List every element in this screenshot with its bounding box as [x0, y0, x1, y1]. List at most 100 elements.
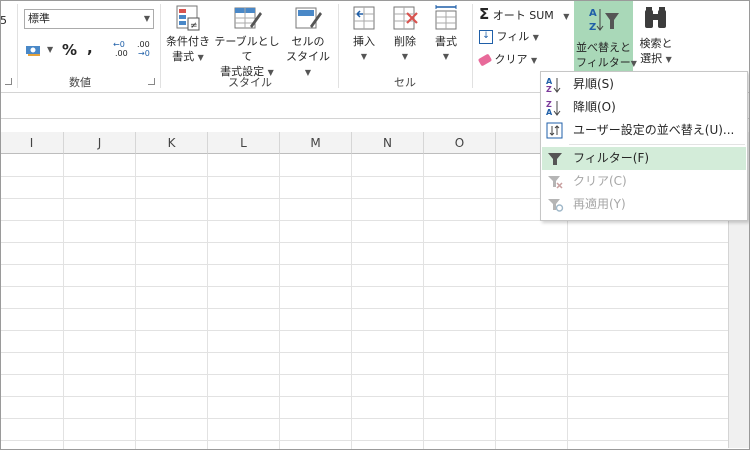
reapply-filter-icon — [546, 196, 564, 213]
column-header[interactable]: M — [280, 132, 352, 154]
cell-styles-label-1: セルの — [291, 35, 325, 48]
column-header[interactable]: O — [424, 132, 496, 154]
autosum-label: オート SUM — [492, 9, 554, 22]
menu-item-sort-descending[interactable]: ZA 降順(O) — [542, 96, 746, 119]
menu-item-sort-ascending[interactable]: AZ 昇順(S) — [542, 73, 746, 96]
find-select-button[interactable]: 検索と 選択 ▼ — [636, 4, 676, 67]
arrow-left-icon: ←0 — [113, 40, 125, 49]
column-gridline — [63, 154, 64, 450]
group-separator — [17, 4, 18, 88]
row-gridline — [0, 440, 728, 441]
percent-style-button[interactable]: % — [62, 41, 77, 59]
menu-item-label: 再適用(Y) — [573, 197, 626, 211]
format-as-table-button[interactable]: テーブルとして 書式設定 ▼ — [213, 4, 281, 80]
menu-separator — [569, 144, 745, 145]
column-header[interactable]: L — [208, 132, 280, 154]
chevron-down-icon: ▼ — [197, 53, 204, 62]
chevron-down-icon: ▼ — [563, 12, 570, 21]
column-header[interactable]: K — [136, 132, 208, 154]
decrease-decimal-button[interactable]: .00 →0 — [137, 40, 155, 60]
column-gridline — [495, 154, 496, 450]
sort-filter-button[interactable]: AZ 並べ替えと フィルター▼ — [574, 0, 637, 72]
clear-filter-icon — [546, 173, 564, 190]
fill-label: フィル — [496, 30, 530, 43]
delete-cells-button[interactable]: 削除 ▼ — [387, 4, 423, 64]
comma-style-button[interactable]: , — [87, 39, 93, 57]
column-header[interactable]: N — [352, 132, 424, 154]
sort-filter-label-row: フィルター▼ — [576, 55, 637, 71]
increase-decimal-label: .00 — [115, 49, 128, 58]
chevron-down-icon: ▼ — [304, 68, 312, 77]
menu-item-custom-sort[interactable]: ユーザー設定の並べ替え(U)... — [542, 119, 746, 142]
format-cells-icon — [433, 4, 459, 32]
row-gridline — [0, 374, 728, 375]
row-gridline — [0, 308, 728, 309]
conditional-formatting-button[interactable]: ≠ 条件付き 書式 ▼ — [164, 4, 212, 65]
cells-group-label: セル — [394, 76, 416, 89]
clear-label: クリア — [494, 53, 528, 66]
sort-filter-label-2: フィルター — [576, 56, 631, 69]
svg-text:Z: Z — [589, 22, 596, 33]
svg-text:Z: Z — [546, 85, 552, 93]
group-separator — [472, 4, 473, 88]
chevron-down-icon: ▼ — [665, 55, 672, 64]
increase-decimal-button[interactable]: ←0 .00 — [113, 40, 131, 60]
fill-button[interactable]: ↓ フィル ▼ — [479, 28, 539, 44]
chevron-down-icon[interactable]: ▼ — [47, 45, 53, 54]
menu-item-label: ユーザー設定の並べ替え(U)... — [573, 123, 735, 137]
delete-cells-icon — [391, 4, 419, 32]
column-gridline — [279, 154, 280, 450]
arrow-right-icon: →0 — [138, 49, 150, 58]
column-gridline — [207, 154, 208, 450]
clear-button[interactable]: クリア ▼ — [477, 51, 538, 67]
styles-group-label: スタイル — [228, 76, 272, 89]
fill-down-icon: ↓ — [479, 30, 493, 44]
dialog-launcher-icon[interactable] — [148, 78, 155, 85]
conditional-formatting-icon: ≠ — [175, 4, 201, 32]
ribbon-left-partial: 5 — [0, 14, 7, 27]
column-gridline — [135, 154, 136, 450]
column-gridline — [351, 154, 352, 450]
sort-ascending-icon: AZ — [546, 76, 564, 94]
menu-item-clear-filter[interactable]: クリア(C) — [542, 170, 746, 193]
svg-text:≠: ≠ — [190, 21, 198, 31]
conditional-formatting-label-1: 条件付き — [166, 35, 210, 48]
chevron-down-icon: ▼ — [442, 52, 450, 61]
menu-item-filter[interactable]: フィルター(F) — [542, 147, 746, 170]
column-header[interactable]: I — [0, 132, 64, 154]
sort-filter-label-1: 並べ替えと — [576, 41, 631, 54]
number-format-select[interactable]: 標準 ▼ — [24, 9, 154, 29]
chevron-down-icon: ▼ — [401, 52, 409, 61]
row-gridline — [0, 396, 728, 397]
autosum-button[interactable]: Σ オート SUM ▼ — [479, 5, 569, 23]
decrease-decimal-label: .00 — [137, 40, 150, 49]
group-separator — [338, 4, 339, 88]
delete-cells-label: 削除 — [394, 35, 416, 48]
row-gridline — [0, 330, 728, 331]
column-header[interactable]: J — [64, 132, 136, 154]
format-cells-button[interactable]: 書式 ▼ — [428, 4, 464, 64]
cell-styles-button[interactable]: セルの スタイル ▼ — [283, 4, 333, 80]
format-as-table-icon — [232, 4, 262, 32]
row-gridline — [0, 242, 728, 243]
number-group-label: 数値 — [69, 76, 91, 89]
filter-icon — [546, 150, 564, 167]
currency-format-icon[interactable] — [26, 42, 42, 56]
eraser-icon — [477, 53, 493, 67]
chevron-down-icon: ▼ — [143, 14, 150, 23]
chevron-down-icon: ▼ — [531, 56, 538, 65]
row-gridline — [0, 352, 728, 353]
cell-styles-icon — [294, 4, 322, 32]
menu-item-label: 昇順(S) — [573, 77, 614, 91]
chevron-down-icon: ▼ — [532, 33, 539, 42]
svg-text:A: A — [589, 8, 597, 19]
dialog-launcher-icon[interactable] — [5, 78, 12, 85]
binoculars-icon — [642, 4, 670, 34]
sort-filter-icon: AZ — [588, 5, 620, 35]
find-select-label-2: 選択 — [640, 52, 663, 65]
menu-item-reapply[interactable]: 再適用(Y) — [542, 193, 746, 216]
row-gridline — [0, 418, 728, 419]
column-gridline — [423, 154, 424, 450]
insert-cells-label: 挿入 — [353, 35, 375, 48]
insert-cells-button[interactable]: 挿入 ▼ — [346, 4, 382, 64]
